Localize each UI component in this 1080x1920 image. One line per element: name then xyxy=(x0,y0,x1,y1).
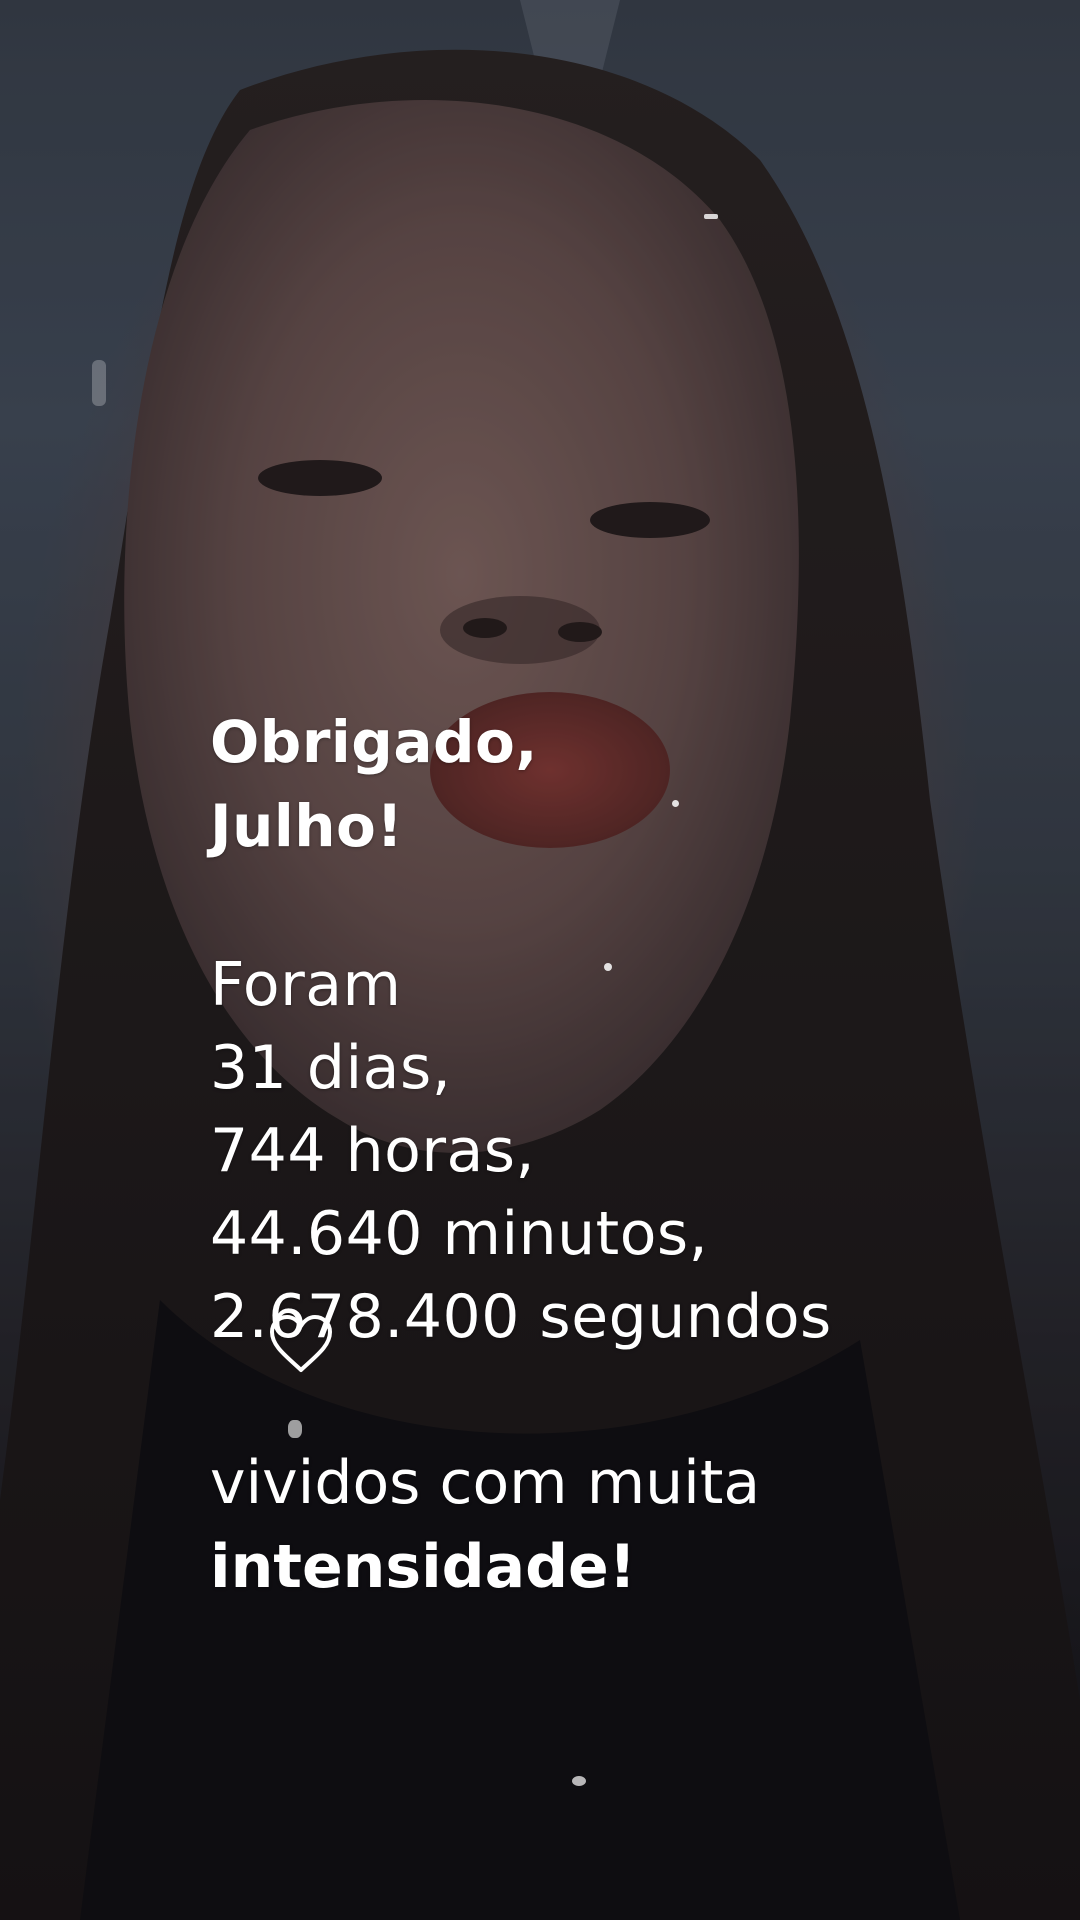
stats-intro: Foram xyxy=(210,950,402,1020)
headline-line-1: Obrigado, xyxy=(210,708,538,776)
headline-line-2: Julho! xyxy=(210,792,404,860)
sparkle-decoration xyxy=(704,214,718,219)
story-message: Obrigado, Julho! Foram 31 dias, 744 hora… xyxy=(210,700,1030,1609)
sparkle-decoration xyxy=(572,1776,586,1786)
stats-days: 31 dias, xyxy=(210,1033,452,1103)
headline: Obrigado, Julho! xyxy=(210,700,1030,868)
time-stats: Foram 31 dias, 744 horas, 44.640 minutos… xyxy=(210,944,1030,1359)
closing-emphasis: intensidade! xyxy=(210,1532,637,1602)
closing-line: vividos com muita xyxy=(210,1448,761,1518)
stats-minutes: 44.640 minutos, xyxy=(210,1199,709,1269)
closing-text: vividos com muita intensidade! xyxy=(210,1441,1030,1609)
story-screen: Obrigado, Julho! Foram 31 dias, 744 hora… xyxy=(0,0,1080,1920)
heart-icon xyxy=(270,1315,332,1372)
stats-hours: 744 horas, xyxy=(210,1116,536,1186)
sparkle-decoration xyxy=(92,360,106,406)
